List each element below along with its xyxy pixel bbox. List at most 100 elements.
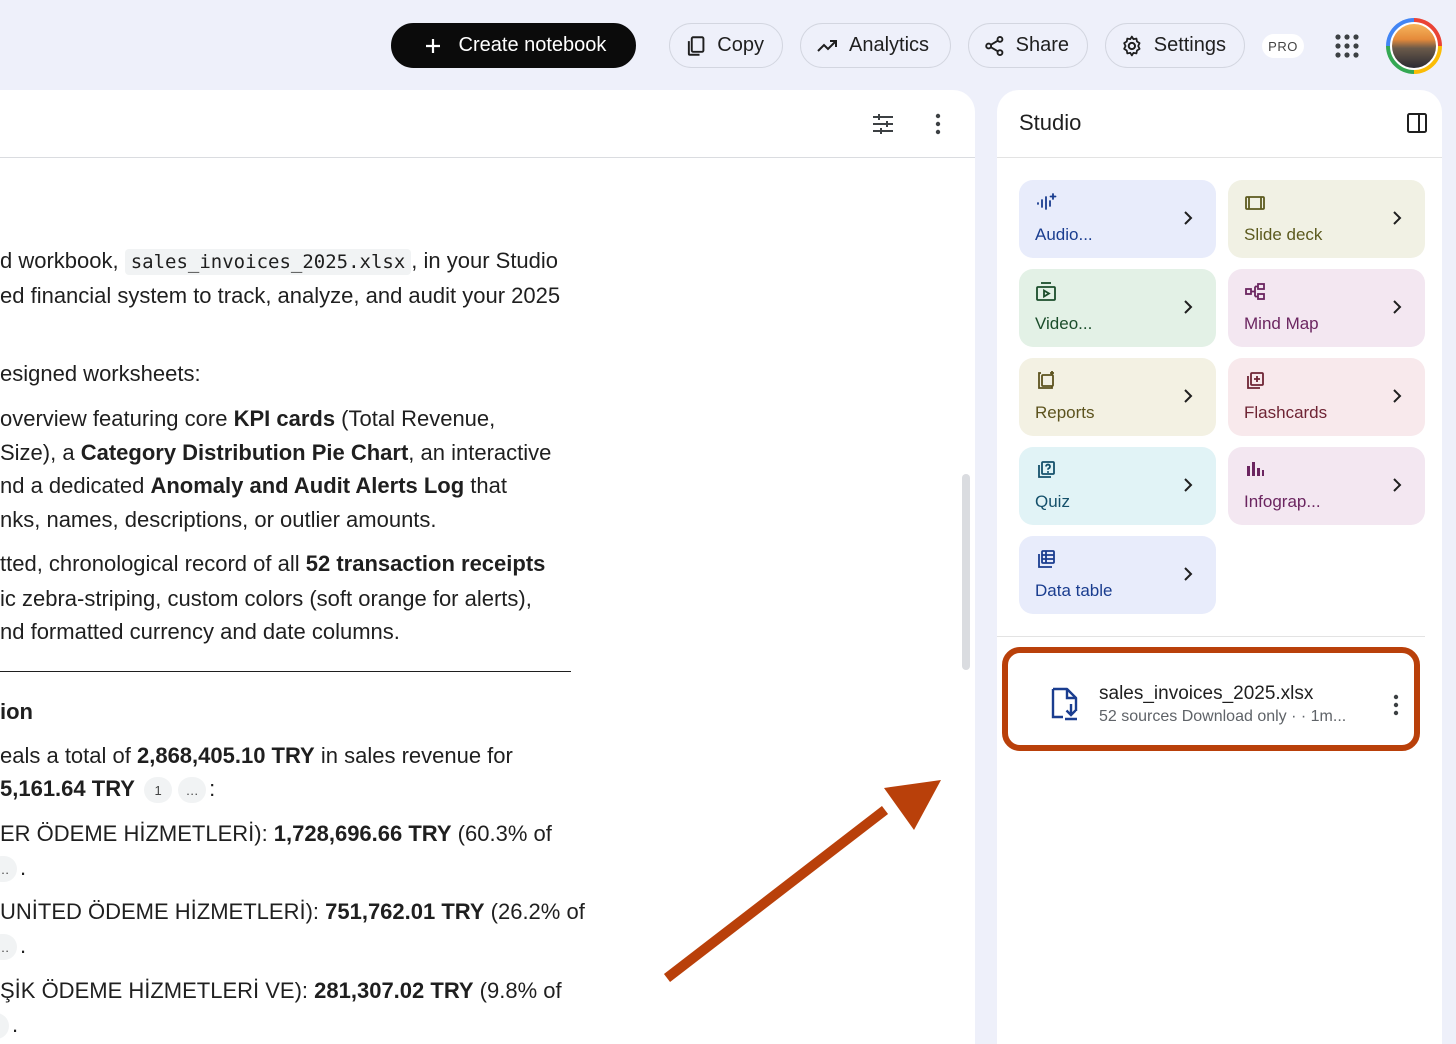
- studio-tile-infographic[interactable]: Infograp...: [1228, 447, 1425, 525]
- tile-label: Slide deck: [1244, 225, 1323, 244]
- citation-more-chip[interactable]: …: [178, 777, 207, 804]
- settings-label: Settings: [1153, 34, 1226, 56]
- apps-grid-icon[interactable]: [1334, 33, 1360, 59]
- generated-file-item[interactable]: sales_invoices_2025.xlsx 52 sources Down…: [1010, 657, 1408, 743]
- tune-icon[interactable]: [870, 111, 896, 137]
- studio-header: Studio: [997, 90, 1442, 158]
- text-span: :: [209, 776, 216, 801]
- horizontal-rule: [0, 671, 571, 672]
- section-heading: ion: [0, 699, 33, 724]
- create-notebook-button[interactable]: Create notebook: [391, 23, 636, 68]
- response-line: ed financial system to track, analyze, a…: [0, 283, 561, 308]
- studio-title: Studio: [1019, 110, 1082, 135]
- file-download-icon: [1051, 687, 1078, 721]
- bold-span: Anomaly and Audit Alerts Log: [150, 473, 465, 498]
- copy-button[interactable]: Copy: [669, 23, 783, 68]
- chevron-right-icon: [1393, 389, 1402, 403]
- text-span: UNİTED ÖDEME HİZMETLERİ):: [0, 899, 326, 924]
- response-line: esigned worksheets:: [0, 361, 201, 386]
- analytics-label: Analytics: [849, 34, 930, 56]
- copy-label: Copy: [717, 34, 764, 56]
- text-span: .: [20, 933, 27, 958]
- tile-label: Video...: [1035, 314, 1093, 333]
- share-label: Share: [1015, 34, 1069, 56]
- text-span: (26.2% of: [484, 899, 585, 924]
- studio-tile-data-table[interactable]: Data table: [1019, 536, 1216, 614]
- studio-tile-flashcards[interactable]: Flashcards: [1228, 358, 1425, 436]
- response-line: Size), a Category Distribution Pie Chart…: [0, 436, 551, 470]
- tile-label: Reports: [1035, 403, 1095, 422]
- text-span: .: [20, 855, 27, 880]
- bold-span: KPI cards: [233, 406, 336, 431]
- text-span: nd a dedicated: [0, 473, 151, 498]
- studio-tile-audio[interactable]: Audio...: [1019, 180, 1216, 258]
- tile-label: Flashcards: [1244, 403, 1328, 422]
- tile-label: Data table: [1035, 581, 1113, 600]
- file-title: sales_invoices_2025.xlsx: [1099, 683, 1314, 704]
- citation-chip[interactable]: 1: [144, 777, 173, 804]
- chevron-right-icon: [1393, 300, 1402, 314]
- reports-icon: [1038, 371, 1054, 389]
- text-span: d workbook,: [0, 248, 125, 273]
- pro-badge: PRO: [1262, 34, 1304, 58]
- bold-span: 281,307.02 TRY: [314, 978, 474, 1003]
- citation-more-chip[interactable]: …: [0, 934, 17, 961]
- collapse-panel-icon[interactable]: [1406, 112, 1428, 134]
- response-line: nd formatted currency and date columns.: [0, 619, 400, 644]
- bold-span: Category Distribution Pie Chart: [80, 440, 409, 465]
- chat-scrollbar[interactable]: [962, 474, 970, 670]
- settings-button[interactable]: Settings: [1105, 23, 1245, 68]
- response-line: overview featuring core KPI cards (Total…: [0, 402, 495, 436]
- text-span: eals a total of: [0, 743, 137, 768]
- citation-more-chip[interactable]: …: [0, 856, 17, 883]
- more-vert-icon[interactable]: [926, 111, 950, 137]
- text-span: that: [464, 473, 507, 498]
- studio-divider: [997, 636, 1425, 637]
- flashcards-icon: [1247, 372, 1264, 389]
- studio-tile-slide-deck[interactable]: Slide deck: [1228, 180, 1425, 258]
- text-span: ER ÖDEME HİZMETLERİ):: [0, 821, 274, 846]
- text-span: , an interactive: [408, 440, 552, 465]
- chevron-right-icon: [1393, 478, 1402, 492]
- studio-tile-video[interactable]: Video...: [1019, 269, 1216, 347]
- response-line: tted, chronological record of all 52 tra…: [0, 547, 545, 581]
- more-vert-icon[interactable]: [1386, 693, 1406, 717]
- chevron-right-icon: [1184, 389, 1193, 403]
- share-button[interactable]: Share: [968, 23, 1088, 68]
- text-span: .: [12, 1012, 19, 1037]
- audio-wave-icon: [1037, 193, 1057, 210]
- avatar[interactable]: [1386, 18, 1442, 74]
- citation-more-chip[interactable]: …: [0, 1013, 9, 1040]
- file-meta: 52 sources Download only · · 1m...: [1099, 708, 1347, 725]
- studio-tile-quiz[interactable]: Quiz: [1019, 447, 1216, 525]
- gear-icon: [1123, 35, 1141, 56]
- response-line: ….: [0, 929, 26, 963]
- tile-label: Audio...: [1035, 225, 1093, 244]
- response-line: ….: [0, 851, 26, 885]
- bold-span: 52 transaction receipts: [305, 551, 546, 576]
- text-span: Size), a: [0, 440, 81, 465]
- response-line: UNİTED ÖDEME HİZMETLERİ): 751,762.01 TRY…: [0, 895, 585, 929]
- response-line: ….: [0, 1008, 18, 1042]
- share-icon: [985, 35, 1004, 56]
- studio-tile-mind-map[interactable]: Mind Map: [1228, 269, 1425, 347]
- chevron-right-icon: [1184, 300, 1193, 314]
- infographic-icon: [1247, 462, 1264, 476]
- copy-icon: [687, 35, 705, 56]
- tile-label: Mind Map: [1244, 314, 1319, 333]
- avatar-image: [1390, 22, 1438, 70]
- text-span: in sales revenue for: [314, 743, 513, 768]
- response-line: eals a total of 2,868,405.10 TRY in sale…: [0, 739, 513, 773]
- studio-tile-reports[interactable]: Reports: [1019, 358, 1216, 436]
- chevron-right-icon: [1184, 478, 1193, 492]
- file-code-chip: sales_invoices_2025.xlsx: [124, 249, 412, 275]
- data-table-icon: [1038, 550, 1055, 568]
- tile-label: Infograp...: [1244, 492, 1321, 511]
- response-line: ŞİK ÖDEME HİZMETLERİ VE): 281,307.02 TRY…: [0, 974, 562, 1008]
- quiz-icon: [1038, 461, 1055, 478]
- text-span: ŞİK ÖDEME HİZMETLERİ VE):: [0, 978, 315, 1003]
- chevron-right-icon: [1184, 211, 1193, 225]
- response-line: nks, names, descriptions, or outlier amo…: [0, 507, 437, 532]
- response-line: 5,161.64 TRY 1…:: [0, 772, 215, 806]
- analytics-button[interactable]: Analytics: [800, 23, 951, 68]
